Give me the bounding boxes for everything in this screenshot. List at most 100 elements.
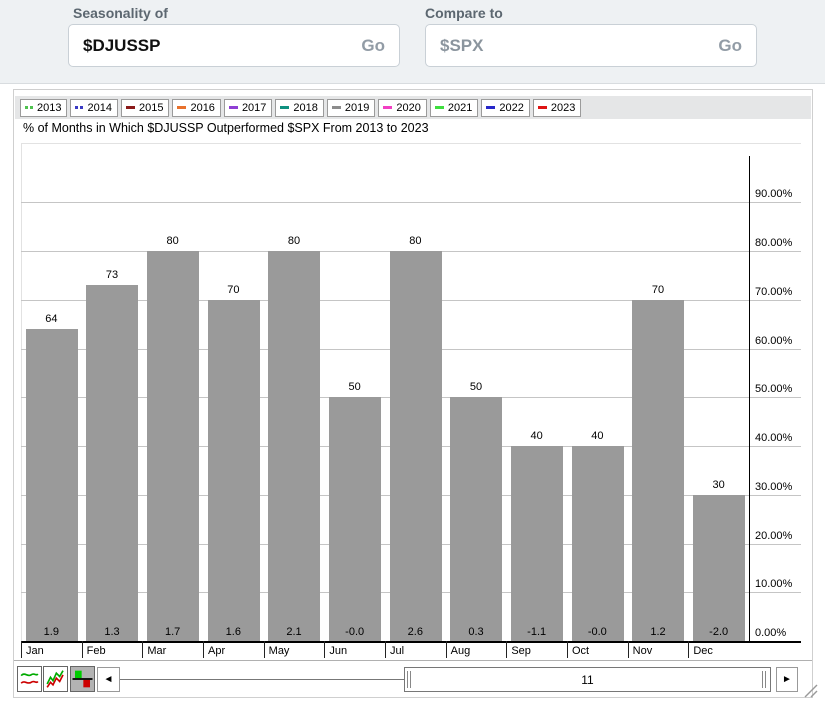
compare-input[interactable] (440, 36, 710, 56)
bar-bottom-value-label: -0.0 (324, 626, 385, 638)
bar-Jan (26, 329, 78, 641)
month-label-Jun: Jun (329, 645, 390, 657)
bar-bottom-value-label: 2.6 (385, 626, 446, 638)
legend-marker-icon (280, 106, 289, 109)
month-label-May: May (269, 645, 330, 657)
bar-Sep (511, 446, 563, 641)
resize-grip-icon[interactable] (802, 683, 819, 698)
histogram-mode-button[interactable] (70, 666, 95, 692)
bar-bottom-value-label: 1.9 (21, 626, 82, 638)
scrollbar-track[interactable] (120, 679, 404, 680)
bar-Jul (390, 251, 442, 641)
bar-Nov (632, 300, 684, 641)
month-label-Nov: Nov (633, 645, 694, 657)
bar-value-label: 50 (446, 381, 507, 393)
right-arrow-icon: ► (782, 674, 792, 685)
y-axis-tick-label: 0.00% (755, 627, 786, 639)
y-axis-tick-label: 80.00% (755, 237, 792, 249)
scroll-left-button[interactable]: ◄ (97, 667, 120, 692)
y-axis-line (749, 156, 750, 641)
legend-year-2020[interactable]: 2020 (378, 99, 426, 117)
bar-Oct (572, 446, 624, 641)
bar-value-label: 64 (21, 313, 82, 325)
seasonality-input[interactable] (83, 36, 353, 56)
month-label-Mar: Mar (147, 645, 208, 657)
histogram-mode-icon (72, 669, 93, 689)
legend-year-label: 2018 (293, 102, 317, 114)
legend-year-2018[interactable]: 2018 (275, 99, 323, 117)
price-line-mode-icon (45, 669, 66, 689)
compare-to-label: Compare to (425, 5, 503, 21)
month-tick (506, 641, 507, 658)
legend-year-2022[interactable]: 2022 (481, 99, 529, 117)
header-bar: Seasonality of Go Compare to Go (0, 0, 825, 84)
scrollbar-thumb[interactable]: 11 (404, 667, 771, 692)
legend-year-2015[interactable]: 2015 (121, 99, 169, 117)
legend-marker-icon (435, 106, 444, 109)
year-legend: 2013 2014 2015 2016 2017 2018 2019 20202021 2022… (15, 96, 811, 119)
legend-year-2021[interactable]: 2021 (430, 99, 478, 117)
compare-go-button[interactable]: Go (718, 36, 742, 56)
bar-bottom-value-label: 1.2 (628, 626, 689, 638)
legend-year-label: 2013 (37, 102, 61, 114)
bar-bottom-value-label: 1.7 (142, 626, 203, 638)
legend-year-2019[interactable]: 2019 (327, 99, 375, 117)
month-tick (385, 641, 386, 658)
month-tick (203, 641, 204, 658)
y-axis-tick-label: 30.00% (755, 481, 792, 493)
scrollbar-thumb-label: 11 (581, 673, 593, 687)
scroll-right-button[interactable]: ► (776, 667, 798, 692)
y-axis-tick-label: 90.00% (755, 188, 792, 200)
legend-marker-icon (332, 106, 341, 109)
line-mode-button[interactable] (17, 666, 42, 692)
bar-bottom-value-label: -0.0 (567, 626, 628, 638)
bar-value-label: 80 (142, 235, 203, 247)
legend-marker-icon (75, 106, 83, 109)
month-tick (142, 641, 143, 658)
compare-input-box[interactable]: Go (425, 24, 757, 67)
legend-marker-icon (25, 106, 33, 109)
bar-value-label: 50 (324, 381, 385, 393)
chart-title: % of Months in Which $DJUSSP Outperforme… (23, 121, 429, 135)
seasonality-input-box[interactable]: Go (68, 24, 400, 67)
legend-year-2017[interactable]: 2017 (224, 99, 272, 117)
bar-bottom-value-label: -2.0 (688, 626, 749, 638)
month-tick (324, 641, 325, 658)
legend-marker-icon (383, 106, 392, 109)
bar-value-label: 73 (82, 269, 143, 281)
legend-year-2013[interactable]: 2013 (20, 99, 67, 117)
legend-year-2023[interactable]: 2023 (533, 99, 581, 117)
legend-year-label: 2015 (139, 102, 163, 114)
legend-year-label: 2022 (499, 102, 523, 114)
legend-marker-icon (486, 106, 495, 109)
legend-year-label: 2019 (345, 102, 369, 114)
y-axis-tick-label: 20.00% (755, 530, 792, 542)
month-band-border (14, 660, 812, 661)
bar-Aug (450, 397, 502, 641)
legend-marker-icon (126, 106, 135, 109)
left-arrow-icon: ◄ (104, 674, 114, 685)
bar-Jun (329, 397, 381, 641)
x-axis-line (21, 641, 801, 643)
price-line-mode-button[interactable] (43, 666, 68, 692)
month-tick (628, 641, 629, 658)
bar-May (268, 251, 320, 641)
month-label-Dec: Dec (693, 645, 754, 657)
month-label-Feb: Feb (87, 645, 148, 657)
month-label-Jul: Jul (390, 645, 451, 657)
month-tick (567, 641, 568, 658)
legend-marker-icon (538, 106, 547, 109)
y-axis-tick-label: 10.00% (755, 578, 792, 590)
bar-value-label: 30 (688, 479, 749, 491)
month-label-Sep: Sep (511, 645, 572, 657)
legend-year-2014[interactable]: 2014 (70, 99, 117, 117)
legend-year-label: 2017 (242, 102, 266, 114)
plot-top-border (21, 143, 801, 144)
y-axis-tick-label: 60.00% (755, 335, 792, 347)
y-axis-tick-label: 40.00% (755, 432, 792, 444)
thumb-grip-left (407, 671, 413, 688)
bar-bottom-value-label: 0.3 (446, 626, 507, 638)
line-mode-icon (19, 669, 40, 689)
seasonality-go-button[interactable]: Go (361, 36, 385, 56)
legend-year-2016[interactable]: 2016 (172, 99, 220, 117)
